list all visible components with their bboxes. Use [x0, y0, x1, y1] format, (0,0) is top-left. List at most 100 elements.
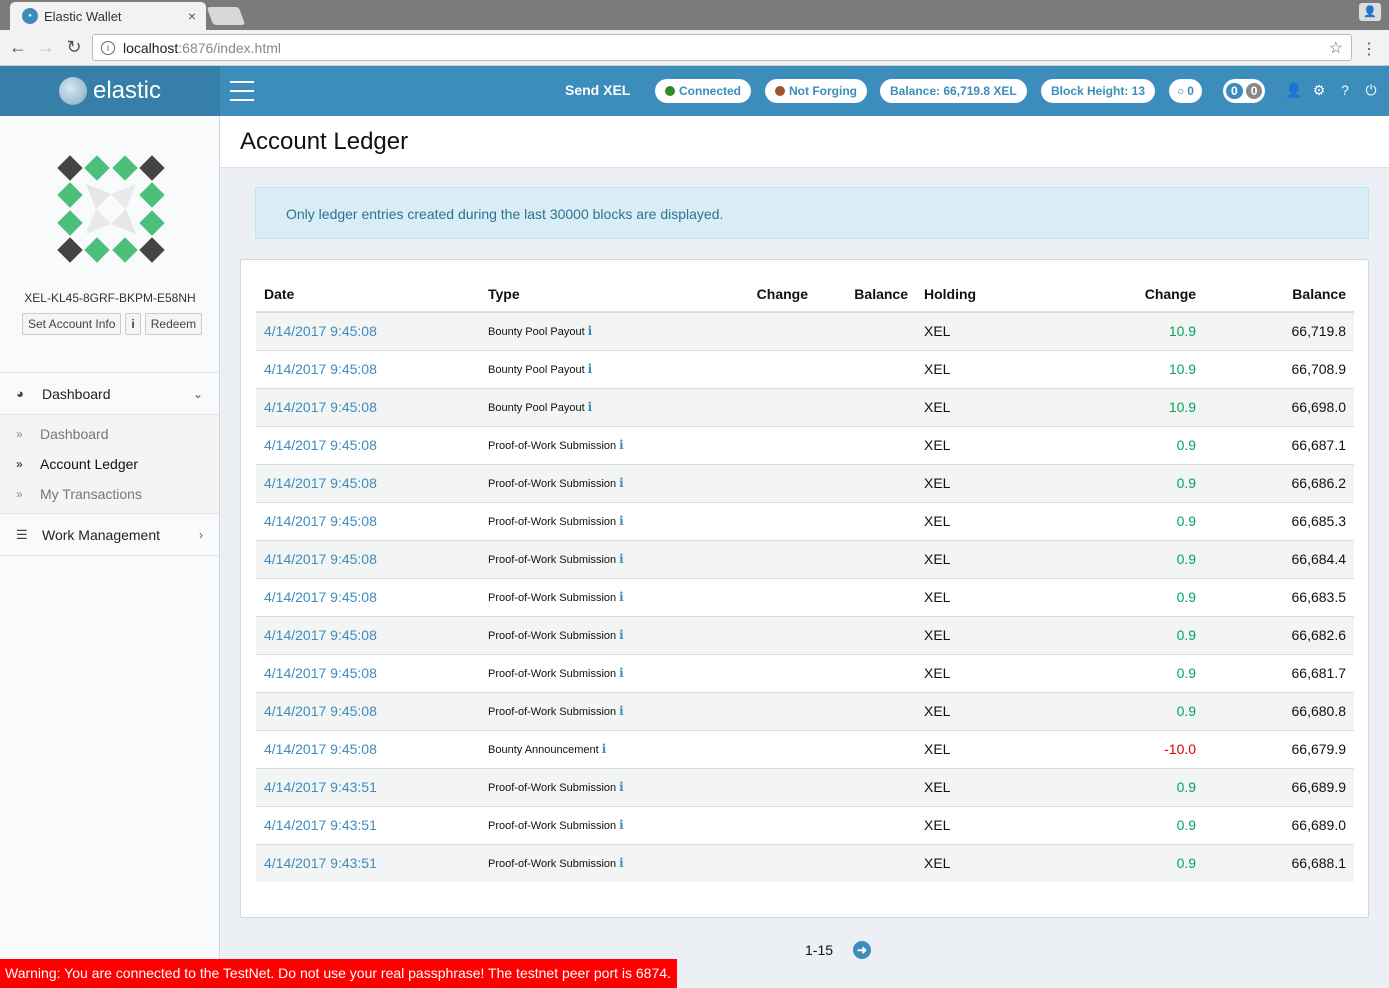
- info-icon[interactable]: i: [588, 400, 593, 414]
- block-height-badge[interactable]: Block Height: 13: [1041, 79, 1156, 103]
- user-icon[interactable]: 👤: [1285, 82, 1302, 99]
- ledger-type: Proof-of-Work Submission: [488, 516, 617, 528]
- info-icon[interactable]: i: [619, 780, 624, 794]
- sidebar-item-label: Dashboard: [40, 426, 109, 442]
- ledger-date-link[interactable]: 4/14/2017 9:43:51: [256, 767, 480, 806]
- circle-icon: ○: [1177, 84, 1185, 98]
- send-xel-button[interactable]: Send XEL: [565, 82, 630, 98]
- table-row: 4/14/2017 9:45:08 Proof-of-Work Submissio…: [256, 615, 1354, 654]
- set-account-info-button[interactable]: Set Account Info: [22, 313, 122, 335]
- ledger-date-link[interactable]: 4/14/2017 9:45:08: [256, 349, 480, 388]
- sidebar-group-dashboard[interactable]: ◕ Dashboard ⌄: [0, 372, 219, 414]
- ledger-balance-cell: [816, 691, 916, 730]
- close-tab-icon[interactable]: ×: [188, 8, 196, 24]
- info-icon[interactable]: i: [619, 628, 624, 642]
- messages-badge[interactable]: 0 0: [1223, 79, 1266, 103]
- chevron-right-icon: ›: [199, 527, 203, 542]
- ledger-holding-balance: 66,687.1: [1204, 425, 1354, 464]
- ledger-balance-cell: [816, 539, 916, 578]
- info-icon[interactable]: i: [619, 856, 624, 870]
- col-balance[interactable]: Balance: [816, 276, 916, 313]
- ledger-date-link[interactable]: 4/14/2017 9:45:08: [256, 425, 480, 464]
- ledger-type: Proof-of-Work Submission: [488, 554, 617, 566]
- page-range: 1-15: [805, 942, 834, 958]
- bookmark-star-icon[interactable]: ☆: [1329, 38, 1343, 58]
- ledger-date-link[interactable]: 4/14/2017 9:45:08: [256, 653, 480, 692]
- ledger-date-link[interactable]: 4/14/2017 9:45:08: [256, 311, 480, 350]
- ledger-holding: XEL: [916, 729, 1061, 768]
- ledger-change-cell: [716, 349, 816, 388]
- pending-transactions-badge[interactable]: ○ 0: [1169, 79, 1202, 103]
- ledger-date-link[interactable]: 4/14/2017 9:43:51: [256, 805, 480, 844]
- browser-menu-icon[interactable]: ⋮: [1361, 39, 1377, 59]
- sidebar-item-account-ledger[interactable]: » Account Ledger: [0, 449, 219, 479]
- redeem-button[interactable]: Redeem: [144, 313, 203, 335]
- forging-label: Not Forging: [789, 84, 857, 98]
- ledger-date-link[interactable]: 4/14/2017 9:45:08: [256, 501, 480, 540]
- ledger-type-cell: Proof-of-Work Submission i: [480, 425, 716, 464]
- info-icon[interactable]: i: [602, 742, 607, 756]
- ledger-type-cell: Proof-of-Work Submission i: [480, 653, 716, 692]
- col-holding-change[interactable]: Change: [1060, 276, 1205, 313]
- col-change[interactable]: Change: [716, 276, 816, 313]
- sidebar-item-dashboard[interactable]: » Dashboard: [0, 419, 219, 449]
- ledger-holding: XEL: [916, 577, 1061, 616]
- ledger-change-cell: [716, 729, 816, 768]
- sidebar-menu: ◕ Dashboard ⌄ » Dashboard » Account Ledg…: [0, 372, 219, 556]
- back-arrow-icon[interactable]: ←: [4, 37, 32, 58]
- ledger-date-link[interactable]: 4/14/2017 9:43:51: [256, 843, 480, 882]
- connected-status[interactable]: Connected: [655, 79, 752, 103]
- ledger-date-link[interactable]: 4/14/2017 9:45:08: [256, 615, 480, 654]
- ledger-date-link[interactable]: 4/14/2017 9:45:08: [256, 463, 480, 502]
- info-icon[interactable]: i: [619, 818, 624, 832]
- col-date[interactable]: Date: [256, 276, 480, 313]
- info-icon[interactable]: i: [619, 552, 624, 566]
- col-holding[interactable]: Holding: [916, 276, 1061, 313]
- col-type[interactable]: Type: [480, 276, 716, 313]
- url-host: localhost: [123, 39, 179, 56]
- balance-badge[interactable]: Balance: 66,719.8 XEL: [880, 79, 1027, 103]
- info-icon[interactable]: i: [619, 704, 624, 718]
- gear-icon[interactable]: ⚙: [1311, 82, 1327, 99]
- help-icon[interactable]: ?: [1337, 82, 1353, 98]
- message-count-b: 0: [1245, 83, 1263, 99]
- sidebar-item-my-transactions[interactable]: » My Transactions: [0, 479, 219, 509]
- info-icon[interactable]: i: [619, 514, 624, 528]
- logo[interactable]: elastic: [0, 66, 220, 116]
- ledger-date-link[interactable]: 4/14/2017 9:45:08: [256, 691, 480, 730]
- ledger-type-cell: Proof-of-Work Submission i: [480, 767, 716, 806]
- next-page-arrow-icon[interactable]: ➜: [853, 941, 872, 959]
- info-icon[interactable]: i: [588, 362, 593, 376]
- profile-icon[interactable]: 👤: [1359, 3, 1381, 21]
- account-info-button[interactable]: i: [125, 313, 141, 335]
- sidebar-group-work-management[interactable]: ☰ Work Management ›: [0, 514, 219, 556]
- ledger-type-cell: Proof-of-Work Submission i: [480, 691, 716, 730]
- ledger-date-link[interactable]: 4/14/2017 9:45:08: [256, 729, 480, 768]
- info-icon[interactable]: i: [619, 438, 624, 452]
- ledger-holding: XEL: [916, 311, 1061, 350]
- power-icon[interactable]: ⏻: [1363, 82, 1379, 99]
- ledger-date-link[interactable]: 4/14/2017 9:45:08: [256, 387, 480, 426]
- new-tab-button[interactable]: [206, 7, 246, 25]
- info-icon[interactable]: i: [619, 476, 624, 490]
- pagination: 1-15 ➜: [805, 941, 872, 959]
- table-row: 4/14/2017 9:45:08 Bounty Pool Payout i XEL 1…: [256, 311, 1354, 350]
- info-icon[interactable]: i: [619, 666, 624, 680]
- url-input[interactable]: i localhost:6876/index.html ☆: [92, 34, 1352, 61]
- account-id[interactable]: XEL-KL45-8GRF-BKPM-E58NH: [0, 291, 220, 305]
- ledger-rows: 4/14/2017 9:45:08 Bounty Pool Payout i XEL 1…: [256, 311, 1354, 882]
- browser-tab[interactable]: ● Elastic Wallet ×: [10, 2, 206, 30]
- sidebar-toggle-icon[interactable]: [230, 81, 254, 101]
- site-info-icon[interactable]: i: [101, 40, 115, 55]
- ledger-date-link[interactable]: 4/14/2017 9:45:08: [256, 577, 480, 616]
- reload-icon[interactable]: ↻: [60, 37, 88, 58]
- balance-label: Balance: 66,719.8 XEL: [890, 84, 1017, 98]
- ledger-type: Bounty Pool Payout: [488, 402, 585, 414]
- info-icon[interactable]: i: [619, 590, 624, 604]
- forward-arrow-icon[interactable]: →: [32, 37, 60, 58]
- forging-status[interactable]: Not Forging: [765, 79, 867, 103]
- ledger-date-link[interactable]: 4/14/2017 9:45:08: [256, 539, 480, 578]
- info-icon[interactable]: i: [588, 324, 593, 338]
- col-holding-balance[interactable]: Balance: [1204, 276, 1354, 313]
- ledger-holding-balance: 66,682.6: [1204, 615, 1354, 654]
